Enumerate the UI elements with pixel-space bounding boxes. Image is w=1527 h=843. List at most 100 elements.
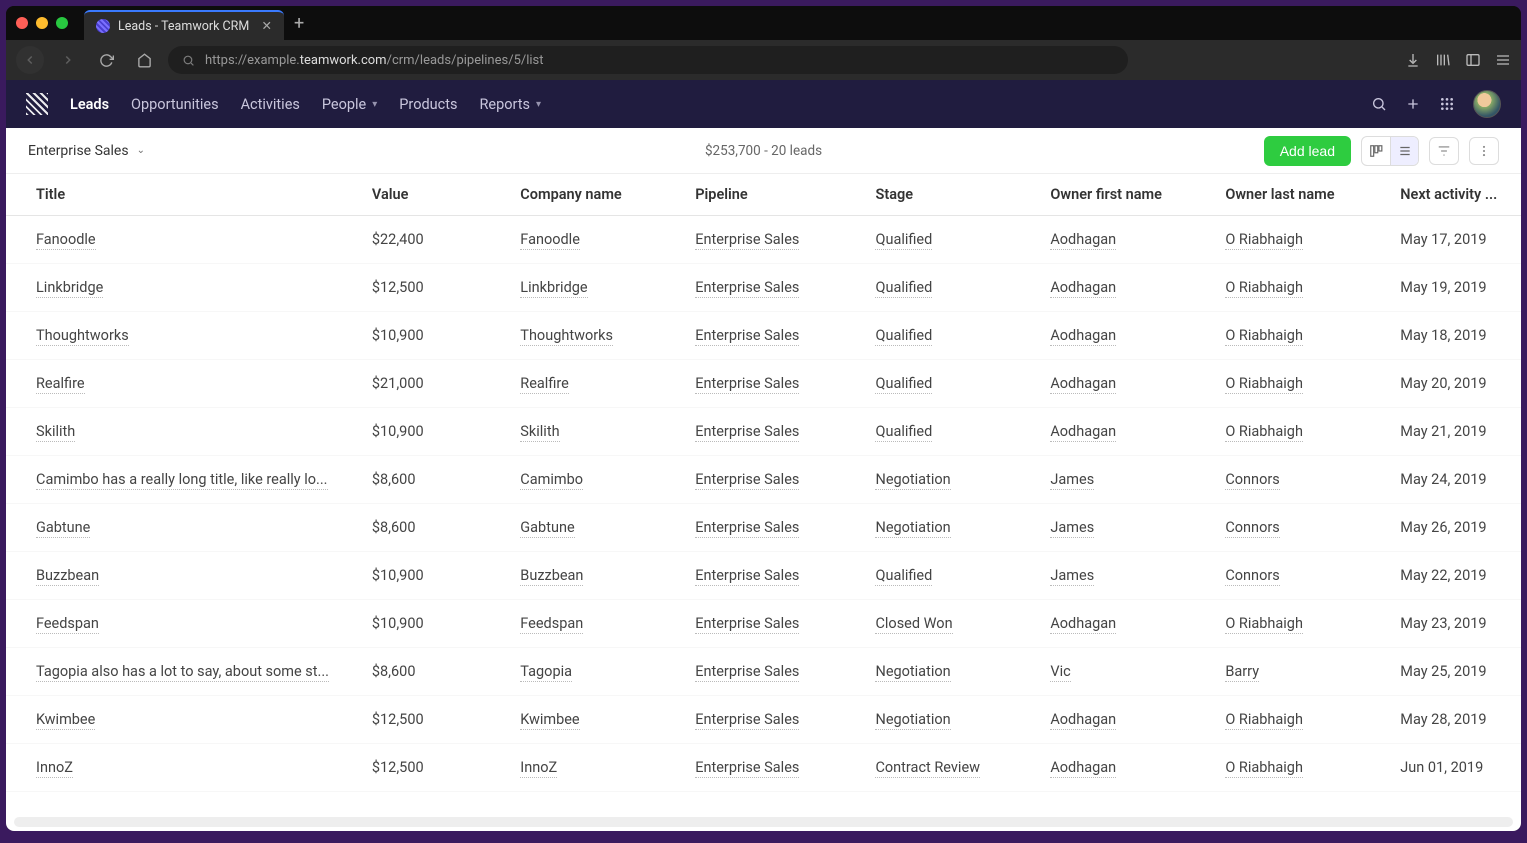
company-link[interactable]: Buzzbean	[520, 567, 583, 586]
hamburger-menu-icon[interactable]	[1495, 52, 1511, 68]
lead-title-link[interactable]: InnoZ	[36, 759, 73, 778]
owner-first-link[interactable]: Aodhagan	[1050, 759, 1116, 778]
minimize-window-button[interactable]	[36, 17, 48, 29]
lead-title-link[interactable]: Buzzbean	[36, 567, 99, 586]
pipeline-link[interactable]: Enterprise Sales	[695, 279, 799, 298]
home-button[interactable]	[130, 46, 158, 74]
owner-last-link[interactable]: O Riabhaigh	[1225, 423, 1303, 442]
pipeline-link[interactable]: Enterprise Sales	[695, 231, 799, 250]
owner-last-link[interactable]: O Riabhaigh	[1225, 711, 1303, 730]
table-row[interactable]: InnoZ$12,500InnoZEnterprise SalesContrac…	[6, 744, 1521, 792]
pipeline-link[interactable]: Enterprise Sales	[695, 759, 799, 778]
add-icon[interactable]	[1405, 96, 1421, 112]
col-owner-last[interactable]: Owner last name	[1209, 174, 1384, 216]
pipeline-link[interactable]: Enterprise Sales	[695, 567, 799, 586]
pipeline-link[interactable]: Enterprise Sales	[695, 375, 799, 394]
col-company[interactable]: Company name	[504, 174, 679, 216]
owner-last-link[interactable]: Connors	[1225, 519, 1279, 538]
stage-link[interactable]: Negotiation	[875, 711, 950, 730]
list-view-button[interactable]	[1390, 137, 1418, 165]
filter-button[interactable]	[1429, 137, 1459, 165]
owner-last-link[interactable]: O Riabhaigh	[1225, 279, 1303, 298]
apps-grid-icon[interactable]	[1439, 96, 1455, 112]
reload-button[interactable]	[92, 46, 120, 74]
owner-first-link[interactable]: Aodhagan	[1050, 327, 1116, 346]
pipeline-link[interactable]: Enterprise Sales	[695, 423, 799, 442]
owner-last-link[interactable]: O Riabhaigh	[1225, 759, 1303, 778]
table-row[interactable]: Feedspan$10,900FeedspanEnterprise SalesC…	[6, 600, 1521, 648]
col-pipeline[interactable]: Pipeline	[679, 174, 859, 216]
stage-link[interactable]: Qualified	[875, 231, 932, 250]
table-row[interactable]: Linkbridge$12,500LinkbridgeEnterprise Sa…	[6, 264, 1521, 312]
leads-table-container[interactable]: Title Value Company name Pipeline Stage …	[6, 174, 1521, 817]
company-link[interactable]: Linkbridge	[520, 279, 587, 298]
horizontal-scrollbar[interactable]	[14, 817, 1513, 827]
owner-last-link[interactable]: Connors	[1225, 567, 1279, 586]
table-row[interactable]: Tagopia also has a lot to say, about som…	[6, 648, 1521, 696]
company-link[interactable]: Camimbo	[520, 471, 583, 490]
owner-last-link[interactable]: Barry	[1225, 663, 1259, 682]
pipeline-link[interactable]: Enterprise Sales	[695, 711, 799, 730]
close-tab-button[interactable]: ✕	[262, 18, 272, 34]
owner-first-link[interactable]: Aodhagan	[1050, 231, 1116, 250]
company-link[interactable]: Feedspan	[520, 615, 583, 634]
owner-first-link[interactable]: Aodhagan	[1050, 375, 1116, 394]
table-row[interactable]: Camimbo has a really long title, like re…	[6, 456, 1521, 504]
stage-link[interactable]: Qualified	[875, 327, 932, 346]
lead-title-link[interactable]: Kwimbee	[36, 711, 95, 730]
downloads-icon[interactable]	[1405, 52, 1421, 68]
stage-link[interactable]: Qualified	[875, 375, 932, 394]
owner-last-link[interactable]: O Riabhaigh	[1225, 375, 1303, 394]
stage-link[interactable]: Negotiation	[875, 663, 950, 682]
owner-first-link[interactable]: James	[1050, 567, 1094, 586]
col-value[interactable]: Value	[356, 174, 504, 216]
lead-title-link[interactable]: Gabtune	[36, 519, 90, 538]
owner-last-link[interactable]: Connors	[1225, 471, 1279, 490]
lead-title-link[interactable]: Fanoodle	[36, 231, 96, 250]
search-icon[interactable]	[1371, 96, 1387, 112]
nav-opportunities[interactable]: Opportunities	[131, 96, 219, 113]
company-link[interactable]: Tagopia	[520, 663, 572, 682]
pipeline-selector[interactable]: Enterprise Sales ⌄	[28, 143, 145, 159]
stage-link[interactable]: Negotiation	[875, 471, 950, 490]
company-link[interactable]: InnoZ	[520, 759, 557, 778]
browser-tab[interactable]: Leads - Teamwork CRM ✕	[84, 10, 284, 40]
table-row[interactable]: Buzzbean$10,900BuzzbeanEnterprise SalesQ…	[6, 552, 1521, 600]
forward-button[interactable]	[54, 46, 82, 74]
owner-last-link[interactable]: O Riabhaigh	[1225, 615, 1303, 634]
company-link[interactable]: Kwimbee	[520, 711, 579, 730]
company-link[interactable]: Skilith	[520, 423, 559, 442]
stage-link[interactable]: Contract Review	[875, 759, 980, 778]
lead-title-link[interactable]: Camimbo has a really long title, like re…	[36, 471, 328, 490]
owner-last-link[interactable]: O Riabhaigh	[1225, 231, 1303, 250]
owner-first-link[interactable]: Vic	[1050, 663, 1070, 682]
owner-first-link[interactable]: Aodhagan	[1050, 423, 1116, 442]
maximize-window-button[interactable]	[56, 17, 68, 29]
col-stage[interactable]: Stage	[859, 174, 1034, 216]
company-link[interactable]: Thoughtworks	[520, 327, 613, 346]
table-row[interactable]: Kwimbee$12,500KwimbeeEnterprise SalesNeg…	[6, 696, 1521, 744]
table-row[interactable]: Realfire$21,000RealfireEnterprise SalesQ…	[6, 360, 1521, 408]
lead-title-link[interactable]: Thoughtworks	[36, 327, 129, 346]
company-link[interactable]: Fanoodle	[520, 231, 580, 250]
user-avatar[interactable]	[1473, 90, 1501, 118]
stage-link[interactable]: Qualified	[875, 279, 932, 298]
col-owner-first[interactable]: Owner first name	[1034, 174, 1209, 216]
table-row[interactable]: Fanoodle$22,400FanoodleEnterprise SalesQ…	[6, 216, 1521, 264]
nav-activities[interactable]: Activities	[241, 96, 300, 113]
stage-link[interactable]: Qualified	[875, 423, 932, 442]
lead-title-link[interactable]: Feedspan	[36, 615, 99, 634]
owner-first-link[interactable]: James	[1050, 519, 1094, 538]
owner-first-link[interactable]: Aodhagan	[1050, 711, 1116, 730]
nav-products[interactable]: Products	[399, 96, 457, 113]
company-link[interactable]: Realfire	[520, 375, 569, 394]
back-button[interactable]	[16, 46, 44, 74]
table-row[interactable]: Skilith$10,900SkilithEnterprise SalesQua…	[6, 408, 1521, 456]
company-link[interactable]: Gabtune	[520, 519, 574, 538]
col-next-activity[interactable]: Next activity ...	[1384, 174, 1521, 216]
pipeline-link[interactable]: Enterprise Sales	[695, 327, 799, 346]
stage-link[interactable]: Closed Won	[875, 615, 952, 634]
lead-title-link[interactable]: Skilith	[36, 423, 75, 442]
nav-people[interactable]: People▾	[322, 96, 377, 113]
sidebar-icon[interactable]	[1465, 52, 1481, 68]
